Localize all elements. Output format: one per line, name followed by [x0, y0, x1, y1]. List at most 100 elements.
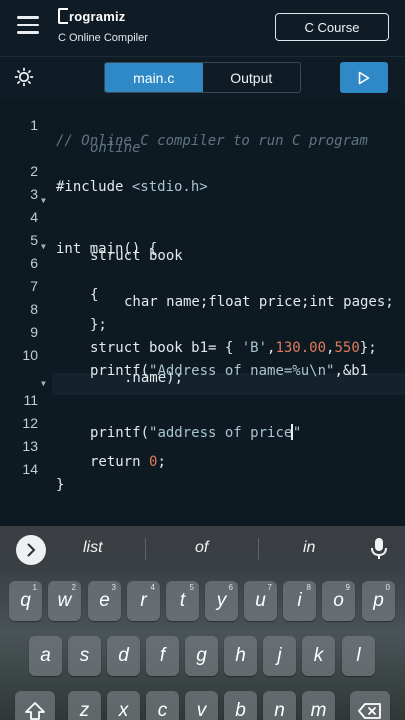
code-line: 13 return 0; — [0, 422, 405, 470]
code-editor[interactable]: 1 // Online C compiler to run C program … — [0, 98, 405, 526]
microphone-icon[interactable] — [370, 537, 388, 561]
key-a[interactable]: a — [29, 636, 62, 676]
backspace-key[interactable] — [350, 691, 390, 720]
run-button[interactable] — [340, 62, 388, 93]
chevron-right-icon — [27, 543, 36, 557]
key-l[interactable]: l — [342, 636, 375, 676]
keyboard-expand-button[interactable] — [16, 535, 46, 565]
code-text: } — [56, 477, 65, 493]
key-hint: 7 — [267, 583, 272, 592]
play-icon — [358, 71, 370, 84]
code-line: 14 } — [0, 445, 405, 493]
key-hint: 0 — [385, 583, 390, 592]
key-label: w — [57, 590, 72, 611]
key-label: t — [179, 590, 186, 611]
brand-name-text: rogramiz — [69, 8, 126, 24]
code-line: 8 }; — [0, 285, 405, 333]
key-label: u — [255, 590, 266, 611]
key-x[interactable]: x — [107, 691, 140, 720]
code-line: .name); — [0, 354, 405, 386]
backspace-icon — [358, 703, 381, 719]
key-z[interactable]: z — [68, 691, 101, 720]
code-line: 3 — [0, 170, 405, 202]
fold-arrow-icon[interactable]: ▼ — [41, 379, 46, 388]
key-label: y — [216, 590, 227, 611]
shift-key[interactable] — [15, 691, 55, 720]
fold-arrow-icon[interactable]: ▼ — [41, 196, 46, 205]
onscreen-keyboard: list of in q1 w2 e3 r4 t5 y6 u7 i8 o9 p0… — [0, 526, 405, 720]
key-i[interactable]: i8 — [283, 581, 316, 621]
key-w[interactable]: w2 — [48, 581, 81, 621]
key-n[interactable]: n — [263, 691, 296, 720]
theme-toggle-sun-icon[interactable] — [14, 67, 34, 87]
key-t[interactable]: t5 — [166, 581, 199, 621]
key-v[interactable]: v — [185, 691, 218, 720]
key-c[interactable]: c — [146, 691, 179, 720]
key-e[interactable]: e3 — [88, 581, 121, 621]
code-line: 6 ▼ { — [0, 239, 405, 303]
key-row-1: q1 w2 e3 r4 t5 y6 u7 i8 o9 p0 — [0, 581, 405, 621]
tab-output[interactable]: Output — [203, 63, 301, 92]
hamburger-menu-icon[interactable] — [17, 16, 39, 34]
key-hint: 8 — [306, 583, 311, 592]
code-line: 4 ▼ int main() { — [0, 193, 405, 257]
editor-toolbar: main.c Output — [0, 56, 405, 99]
key-q[interactable]: q1 — [9, 581, 42, 621]
brand-subtitle: C Online Compiler — [58, 32, 148, 44]
key-hint: 4 — [150, 583, 155, 592]
key-label: e — [99, 590, 110, 611]
key-m[interactable]: m — [302, 691, 335, 720]
key-hint: 5 — [189, 583, 194, 592]
code-line: online — [0, 124, 405, 156]
key-b[interactable]: b — [224, 691, 257, 720]
suggestion-bar: list of in — [0, 526, 405, 572]
key-row-2: a s d f g h j k l — [0, 636, 405, 676]
suggestion-divider — [145, 538, 146, 560]
code-line: 1 // Online C compiler to run C program — [0, 101, 405, 149]
key-r[interactable]: r4 — [127, 581, 160, 621]
key-k[interactable]: k — [302, 636, 335, 676]
key-g[interactable]: g — [185, 636, 218, 676]
brand-name: rogramiz — [58, 8, 148, 24]
key-hint: 6 — [228, 583, 233, 592]
suggestion-item[interactable]: in — [303, 539, 315, 557]
key-y[interactable]: y6 — [205, 581, 238, 621]
key-hint: 9 — [345, 583, 350, 592]
file-tabs: main.c Output — [104, 62, 301, 93]
key-label: o — [333, 590, 344, 611]
code-line: 2 #include <stdio.h> — [0, 147, 405, 195]
key-hint: 1 — [32, 583, 37, 592]
tab-main-c[interactable]: main.c — [105, 63, 203, 92]
programiz-logo-icon — [58, 8, 68, 24]
key-j[interactable]: j — [263, 636, 296, 676]
key-hint: 3 — [111, 583, 116, 592]
key-o[interactable]: o9 — [322, 581, 355, 621]
code-line: 7 char name;float price;int pages; — [0, 262, 405, 310]
key-s[interactable]: s — [68, 636, 101, 676]
key-f[interactable]: f — [146, 636, 179, 676]
code-line: 10 printf("Address of name=%u\n",&b1 — [0, 331, 405, 379]
code-line-active: 11 ▼ printf("address of price" — [0, 376, 405, 441]
shift-arrow-icon — [25, 702, 45, 720]
key-h[interactable]: h — [224, 636, 257, 676]
key-hint: 2 — [71, 583, 76, 592]
app-header: rogramiz C Online Compiler C Course — [0, 0, 405, 56]
code-line: 12 — [0, 399, 405, 431]
fold-arrow-icon[interactable]: ▼ — [41, 242, 46, 251]
brand-logo[interactable]: rogramiz C Online Compiler — [58, 8, 148, 44]
key-label: p — [373, 590, 384, 611]
code-line: 5 struct book — [0, 216, 405, 264]
key-label: r — [140, 590, 147, 611]
key-d[interactable]: d — [107, 636, 140, 676]
key-label: i — [297, 590, 302, 611]
key-u[interactable]: u7 — [244, 581, 277, 621]
c-course-button[interactable]: C Course — [275, 13, 389, 41]
suggestion-divider — [258, 538, 259, 560]
key-label: q — [20, 590, 31, 611]
code-line: 9 struct book b1= { 'B',130.00,550}; — [0, 308, 405, 356]
key-row-3: z x c v b n m — [0, 691, 405, 720]
key-p[interactable]: p0 — [362, 581, 395, 621]
line-number: 14 — [22, 461, 38, 477]
suggestion-item[interactable]: of — [195, 539, 208, 557]
suggestion-item[interactable]: list — [83, 539, 103, 557]
